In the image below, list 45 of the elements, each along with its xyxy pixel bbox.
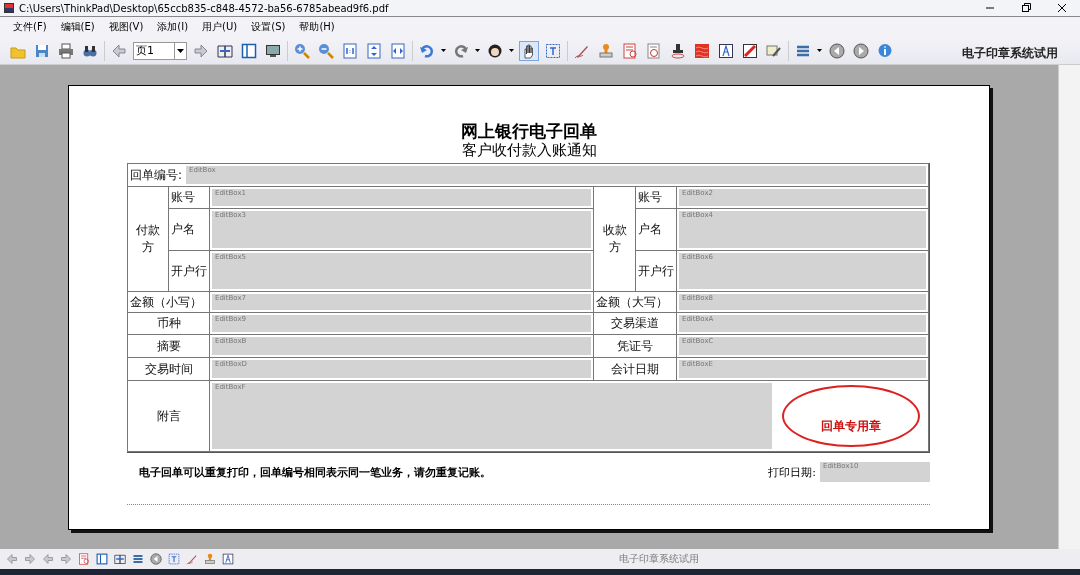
- dropdown-caret-icon[interactable]: [817, 47, 823, 54]
- stamp-icon[interactable]: [202, 551, 218, 567]
- scrollbar[interactable]: [1058, 65, 1080, 549]
- status-text: 电子印章系统试用: [619, 552, 699, 566]
- menu-item[interactable]: 用户(U): [195, 20, 245, 34]
- print-icon[interactable]: [56, 40, 76, 61]
- document-subtitle: 客户收付款入账通知: [460, 141, 598, 159]
- menu-item[interactable]: 视图(V): [101, 20, 151, 34]
- trial-label: 电子印章系统试用: [962, 45, 1058, 62]
- fit-width-icon[interactable]: [388, 40, 408, 61]
- menu-item[interactable]: 添加(I): [150, 20, 196, 34]
- back-circle-icon[interactable]: [827, 40, 847, 61]
- form-label: 附言: [127, 380, 210, 452]
- arrow-left-icon[interactable]: [40, 551, 56, 567]
- close-icon: [1057, 3, 1067, 13]
- dropdown-caret-icon[interactable]: [509, 47, 515, 54]
- form-label: 打印日期:: [768, 464, 816, 480]
- menu-item[interactable]: 帮助(H): [292, 20, 342, 34]
- document-seal-icon[interactable]: [76, 551, 92, 567]
- menu-item[interactable]: 文件(F): [6, 20, 54, 34]
- arrow-left-icon[interactable]: [4, 551, 20, 567]
- menu-item[interactable]: 编辑(E): [53, 20, 102, 34]
- stamp-text: 回单专用章: [821, 418, 881, 435]
- menu-item[interactable]: 设置(S): [244, 20, 293, 34]
- notice-text: 电子回单可以重复打印，回单编号相同表示同一笔业务，请勿重复记账。: [139, 464, 491, 480]
- arrow-right-icon[interactable]: [22, 551, 38, 567]
- document-title: 网上银行电子回单: [460, 122, 598, 141]
- text-select-icon[interactable]: [166, 551, 182, 567]
- dropdown-caret-icon[interactable]: [441, 47, 447, 54]
- restore-icon: [1021, 3, 1031, 13]
- panel-icon[interactable]: [94, 551, 110, 567]
- actual-size-icon[interactable]: [340, 40, 360, 61]
- fit-page-icon[interactable]: [364, 40, 384, 61]
- forward-circle-icon[interactable]: [851, 40, 871, 61]
- hand-icon[interactable]: [519, 40, 539, 61]
- dropdown-button[interactable]: [175, 41, 187, 60]
- dropdown-caret-icon[interactable]: [475, 47, 481, 54]
- window-title: C:\Users\ThinkPad\Desktop\65ccb835-c848-4572-ba56-6785abead9f6.pdf: [19, 2, 389, 14]
- caret-icon: [177, 48, 184, 53]
- app-icon: [4, 3, 14, 13]
- page-field[interactable]: 页1: [133, 41, 175, 60]
- arrow-right-icon[interactable]: [58, 551, 74, 567]
- document-seal-icon[interactable]: [620, 40, 640, 61]
- back-circle-icon[interactable]: [148, 551, 164, 567]
- form-label: 回单编号:: [130, 166, 183, 184]
